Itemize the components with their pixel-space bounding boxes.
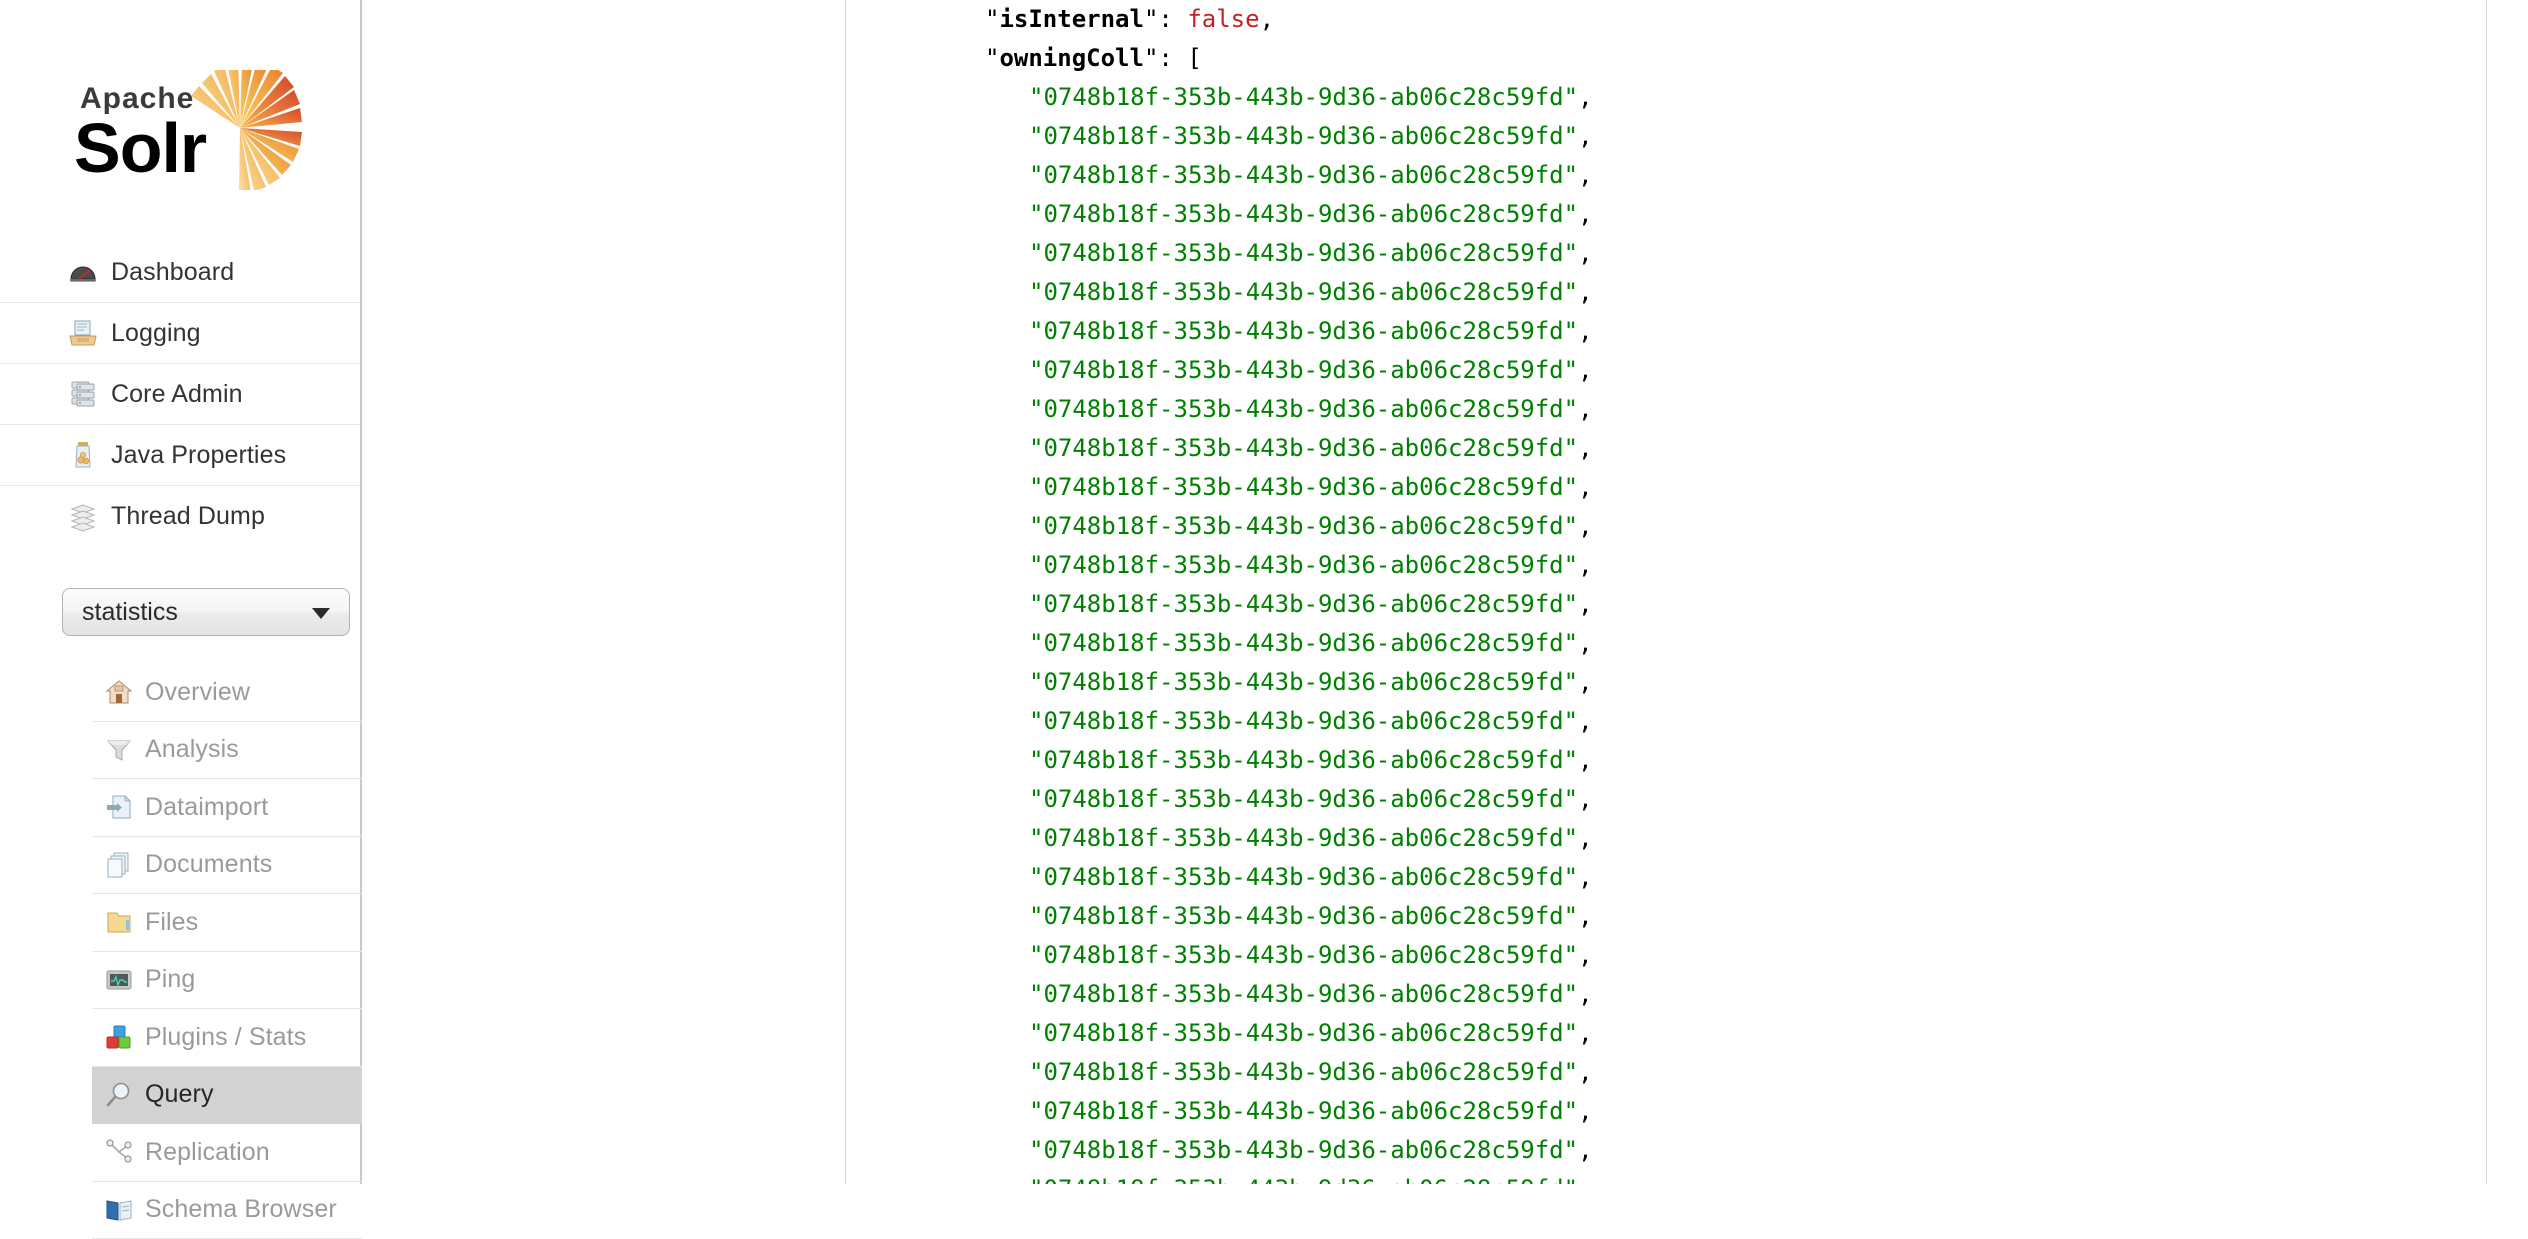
json-line: "0748b18f-353b-443b-9d36-ab06c28c59fd",	[985, 624, 2485, 663]
core-selector-dropdown[interactable]: statistics	[62, 588, 350, 636]
json-line: "0748b18f-353b-443b-9d36-ab06c28c59fd",	[985, 702, 2485, 741]
nav-label: Core Admin	[111, 380, 243, 409]
json-line: "0748b18f-353b-443b-9d36-ab06c28c59fd",	[985, 858, 2485, 897]
core-item-analysis[interactable]: Analysis	[0, 722, 362, 780]
nav-item-core-admin[interactable]: Core Admin	[0, 364, 360, 425]
json-line: "0748b18f-353b-443b-9d36-ab06c28c59fd",	[985, 156, 2485, 195]
json-line: "0748b18f-353b-443b-9d36-ab06c28c59fd",	[985, 234, 2485, 273]
nav-label: Thread Dump	[111, 502, 265, 531]
blocks-icon	[105, 1023, 133, 1051]
core-label: Overview	[145, 678, 250, 707]
core-item-files[interactable]: Files	[0, 894, 362, 952]
json-line: "0748b18f-353b-443b-9d36-ab06c28c59fd",	[985, 507, 2485, 546]
nav-label: Java Properties	[111, 441, 286, 470]
json-line: "0748b18f-353b-443b-9d36-ab06c28c59fd",	[985, 780, 2485, 819]
core-admin-icon	[68, 379, 98, 409]
json-line: "0748b18f-353b-443b-9d36-ab06c28c59fd",	[985, 663, 2485, 702]
json-line: "0748b18f-353b-443b-9d36-ab06c28c59fd",	[985, 741, 2485, 780]
core-item-plugins-stats[interactable]: Plugins / Stats	[0, 1009, 362, 1067]
json-line: "0748b18f-353b-443b-9d36-ab06c28c59fd",	[985, 1092, 2485, 1131]
json-line: "0748b18f-353b-443b-9d36-ab06c28c59fd",	[985, 351, 2485, 390]
dataimport-icon	[105, 793, 133, 821]
nav-item-thread-dump[interactable]: Thread Dump	[0, 486, 360, 547]
chevron-down-icon	[312, 608, 330, 619]
folder-icon	[105, 908, 133, 936]
home-icon	[105, 678, 133, 706]
json-line: "0748b18f-353b-443b-9d36-ab06c28c59fd",	[985, 546, 2485, 585]
json-line: "isInternal": false,	[985, 0, 2485, 39]
nav-label: Logging	[111, 319, 201, 348]
right-divider	[2486, 0, 2487, 1184]
book-icon	[105, 1196, 133, 1224]
core-item-ping[interactable]: Ping	[0, 952, 362, 1010]
ping-icon	[105, 966, 133, 994]
core-item-overview[interactable]: Overview	[0, 664, 362, 722]
replication-icon	[105, 1138, 133, 1166]
core-label: Schema Browser	[145, 1195, 337, 1224]
json-line: "0748b18f-353b-443b-9d36-ab06c28c59fd",	[985, 1131, 2485, 1170]
json-line: "0748b18f-353b-443b-9d36-ab06c28c59fd",	[985, 975, 2485, 1014]
apache-solr-logo[interactable]: Apache Solr	[72, 70, 322, 190]
core-item-documents[interactable]: Documents	[0, 837, 362, 895]
core-label: Dataimport	[145, 793, 268, 822]
json-line: "0748b18f-353b-443b-9d36-ab06c28c59fd",	[985, 936, 2485, 975]
json-line: "0748b18f-353b-443b-9d36-ab06c28c59fd",	[985, 273, 2485, 312]
funnel-icon	[105, 736, 133, 764]
core-label: Documents	[145, 850, 272, 879]
nav-item-dashboard[interactable]: Dashboard	[0, 242, 360, 303]
content-divider	[845, 0, 846, 1184]
sidebar: Apache Solr Dashboard	[0, 0, 362, 1184]
json-line: "0748b18f-353b-443b-9d36-ab06c28c59fd",	[985, 468, 2485, 507]
core-label: Analysis	[145, 735, 239, 764]
json-line: "0748b18f-353b-443b-9d36-ab06c28c59fd",	[985, 1170, 2485, 1184]
json-line: "0748b18f-353b-443b-9d36-ab06c28c59fd",	[985, 585, 2485, 624]
svg-text:Solr: Solr	[74, 109, 207, 187]
java-properties-icon	[68, 440, 98, 470]
json-line: "0748b18f-353b-443b-9d36-ab06c28c59fd",	[985, 819, 2485, 858]
json-line: "0748b18f-353b-443b-9d36-ab06c28c59fd",	[985, 429, 2485, 468]
json-line: "0748b18f-353b-443b-9d36-ab06c28c59fd",	[985, 897, 2485, 936]
core-label: Replication	[145, 1138, 270, 1167]
core-item-replication[interactable]: Replication	[0, 1124, 362, 1182]
json-line: "0748b18f-353b-443b-9d36-ab06c28c59fd",	[985, 78, 2485, 117]
core-label: Plugins / Stats	[145, 1023, 306, 1052]
query-response-json[interactable]: "isInternal": false,"owningColl": [ "0748…	[985, 0, 2485, 1184]
json-line: "0748b18f-353b-443b-9d36-ab06c28c59fd",	[985, 1053, 2485, 1092]
core-label: Query	[145, 1080, 214, 1109]
dashboard-icon	[68, 257, 98, 287]
core-label: Files	[145, 908, 198, 937]
core-item-query[interactable]: Query	[0, 1067, 362, 1125]
json-line: "0748b18f-353b-443b-9d36-ab06c28c59fd",	[985, 195, 2485, 234]
nav-item-logging[interactable]: Logging	[0, 303, 360, 364]
core-label: Ping	[145, 965, 195, 994]
magnifier-icon	[105, 1081, 133, 1109]
solr-logo-svg: Apache Solr	[72, 70, 322, 190]
nav-item-java-properties[interactable]: Java Properties	[0, 425, 360, 486]
documents-icon	[105, 851, 133, 879]
logging-icon	[68, 318, 98, 348]
core-selector-value: statistics	[63, 598, 178, 627]
json-line: "0748b18f-353b-443b-9d36-ab06c28c59fd",	[985, 390, 2485, 429]
core-item-schema-browser[interactable]: Schema Browser	[0, 1182, 362, 1239]
json-line: "owningColl": [	[985, 39, 2485, 78]
main-navigation: Dashboard Logging	[0, 242, 360, 547]
json-line: "0748b18f-353b-443b-9d36-ab06c28c59fd",	[985, 312, 2485, 351]
core-item-dataimport[interactable]: Dataimport	[0, 779, 362, 837]
json-line: "0748b18f-353b-443b-9d36-ab06c28c59fd",	[985, 117, 2485, 156]
thread-dump-icon	[68, 502, 98, 532]
json-line: "0748b18f-353b-443b-9d36-ab06c28c59fd",	[985, 1014, 2485, 1053]
nav-label: Dashboard	[111, 258, 234, 287]
core-menu: Overview Analysis	[0, 664, 362, 1239]
